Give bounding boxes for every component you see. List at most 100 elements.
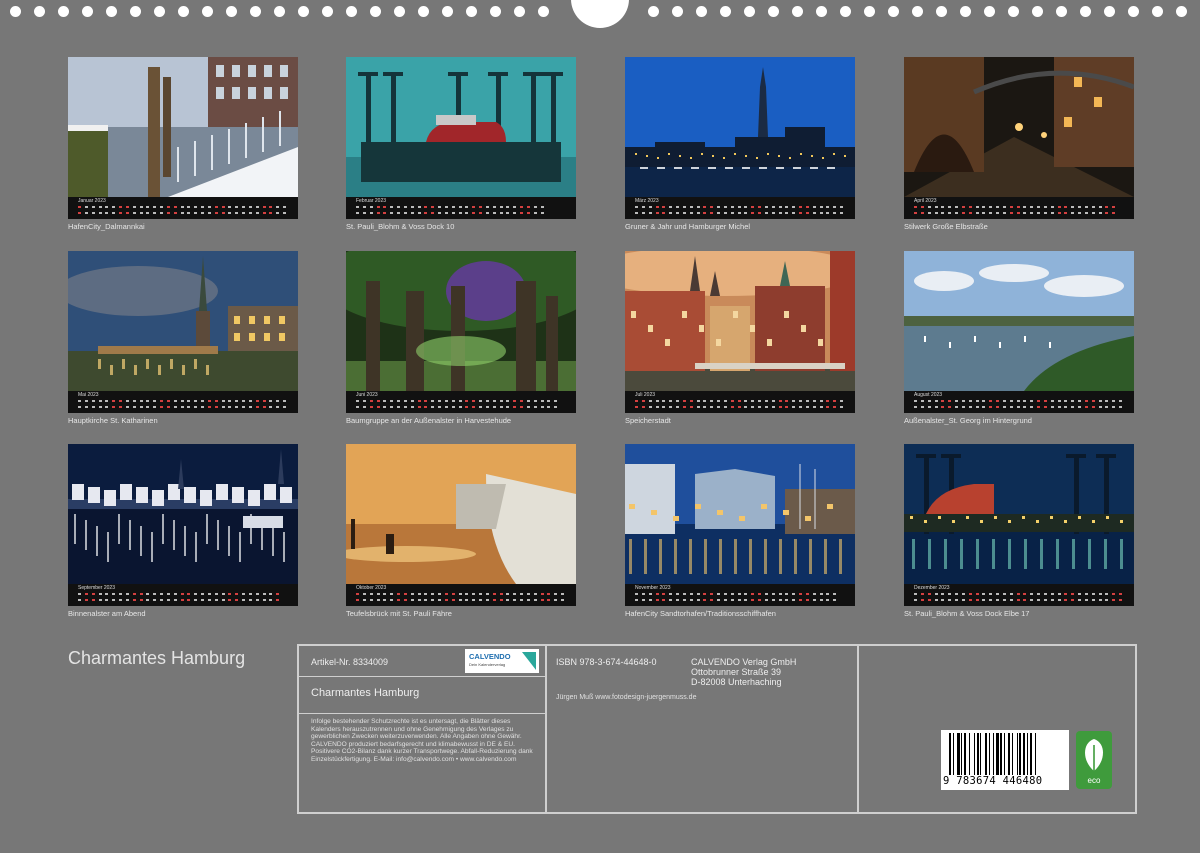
leaf-icon	[1085, 739, 1103, 771]
month-label: März 2023	[635, 198, 659, 204]
binding-hole	[1056, 6, 1067, 17]
month-days-row	[914, 400, 1126, 410]
month-photo	[68, 444, 298, 584]
binding-hole	[322, 6, 333, 17]
month-calendar-strip: Mai 2023	[68, 391, 298, 413]
legal-notice: Infolge bestehender Schutzrechte ist es …	[311, 718, 533, 763]
month-label: Dezember 2023	[914, 585, 950, 591]
calendar-month-tile: Mai 2023 Hauptkirche St. Katharinen	[68, 251, 298, 425]
binding-hole	[514, 6, 525, 17]
month-label: November 2023	[635, 585, 671, 591]
calendar-month-tile: August 2023 Außenalster_St. Georg im Hint…	[904, 251, 1134, 425]
month-photo	[625, 251, 855, 391]
publisher-name: CALVENDO Verlag GmbH	[691, 657, 797, 667]
publisher-column: ISBN 978-3-674-44648-0 CALVENDO Verlag G…	[547, 646, 859, 812]
publisher-city: D-82008 Unterhaching	[691, 677, 782, 687]
month-photo	[625, 444, 855, 584]
month-label: Januar 2023	[78, 198, 106, 204]
month-photo	[904, 444, 1134, 584]
month-caption: Binnenalster am Abend	[68, 609, 146, 618]
calendar-month-tile: Juli 2023 Speicherstadt	[625, 251, 855, 425]
month-photo	[346, 251, 576, 391]
month-photo	[904, 251, 1134, 391]
title-box: Charmantes Hamburg	[299, 677, 545, 714]
month-caption: St. Pauli_Blohm & Voss Dock Elbe 17	[904, 609, 1030, 618]
binding-hole	[1104, 6, 1115, 17]
month-photo	[346, 57, 576, 197]
month-label: Juni 2023	[356, 392, 378, 398]
month-calendar-strip: Dezember 2023	[904, 584, 1134, 606]
calendar-month-tile: November 2023 HafenCity Sandtorhafen/Trad…	[625, 444, 855, 618]
month-calendar-strip: Oktober 2023	[346, 584, 576, 606]
month-label: Juli 2023	[635, 392, 656, 398]
binding-hole	[466, 6, 477, 17]
month-caption: Baumgruppe an der Außenalster in Harvest…	[346, 416, 512, 425]
month-calendar-strip: Juli 2023	[625, 391, 855, 413]
calendar-month-tile: Oktober 2023 Teufelsbrück mit St. Pauli F…	[346, 444, 576, 618]
binding-hole	[672, 6, 683, 17]
month-days-row	[635, 593, 847, 603]
binding-hole	[106, 6, 117, 17]
back-cover-title: Charmantes Hamburg	[68, 648, 246, 668]
month-calendar-strip: November 2023	[625, 584, 855, 606]
article-box: Artikel-Nr. 8334009 CALVENDO Dein Kalend…	[299, 646, 545, 677]
eco-label: eco	[1087, 776, 1101, 785]
barcode-number: 9 783674 446480	[943, 775, 1043, 787]
binding-hole	[960, 6, 971, 17]
binding-hole	[370, 6, 381, 17]
month-calendar-strip: Februar 2023	[346, 197, 576, 219]
binding-hole	[1032, 6, 1043, 17]
calendar-month-tile: September 2023 Binnenalster am Abend	[68, 444, 298, 618]
month-caption: Gruner & Jahr und Hamburger Michel	[625, 222, 751, 231]
binding-hole	[490, 6, 501, 17]
month-days-row	[635, 400, 847, 410]
binding-hole	[696, 6, 707, 17]
month-label: Mai 2023	[78, 392, 99, 398]
binding-hole	[250, 6, 261, 17]
binding-hole	[648, 6, 659, 17]
month-label: September 2023	[78, 585, 115, 591]
barcode-column: 9 783674 446480 eco	[859, 646, 1135, 812]
binding-hole	[984, 6, 995, 17]
binding-hole	[744, 6, 755, 17]
calendar-month-tile: Dezember 2023 St. Pauli_Blohm & Voss Dock…	[904, 444, 1134, 618]
calendar-month-tile: Juni 2023 Baumgruppe an der Außenalster i…	[346, 251, 576, 425]
month-days-row	[356, 206, 568, 216]
binding-hole	[1176, 6, 1187, 17]
month-calendar-strip: März 2023	[625, 197, 855, 219]
binding-hole	[418, 6, 429, 17]
month-label: Oktober 2023	[356, 585, 387, 591]
binding-hole	[10, 6, 21, 17]
month-caption: Speicherstadt	[625, 416, 671, 425]
calvendo-logo: CALVENDO Dein Kalenderverlag	[465, 649, 539, 673]
panel-title: Charmantes Hamburg	[311, 687, 420, 699]
binding-hole	[888, 6, 899, 17]
month-calendar-strip: September 2023	[68, 584, 298, 606]
isbn: ISBN 978-3-674-44648-0	[556, 657, 657, 667]
month-days-row	[356, 400, 568, 410]
binding-hole	[864, 6, 875, 17]
article-column: Artikel-Nr. 8334009 CALVENDO Dein Kalend…	[299, 646, 547, 812]
publisher-street: Ottobrunner Straße 39	[691, 667, 782, 677]
eco-badge: eco	[1076, 731, 1112, 789]
month-caption: Stilwerk Große Elbstraße	[904, 222, 988, 231]
month-days-row	[635, 206, 847, 216]
binding-hole	[1008, 6, 1019, 17]
month-caption: HafenCity_Dalmannkai	[68, 222, 145, 231]
month-caption: Teufelsbrück mit St. Pauli Fähre	[346, 609, 452, 618]
calendar-month-tile: April 2023 Stilwerk Große Elbstraße	[904, 57, 1134, 231]
month-days-row	[356, 593, 568, 603]
month-photo	[346, 444, 576, 584]
binding-hole	[1080, 6, 1091, 17]
binding-hole	[792, 6, 803, 17]
month-calendar-strip: Juni 2023	[346, 391, 576, 413]
publisher-address: CALVENDO Verlag GmbH Ottobrunner Straße …	[691, 657, 796, 687]
article-number: Artikel-Nr. 8334009	[311, 657, 389, 667]
info-panel: Artikel-Nr. 8334009 CALVENDO Dein Kalend…	[297, 644, 1137, 814]
month-photo	[625, 57, 855, 197]
binding-hole	[768, 6, 779, 17]
month-photo	[68, 251, 298, 391]
binding-hole	[912, 6, 923, 17]
month-photo	[68, 57, 298, 197]
binding-hole	[840, 6, 851, 17]
